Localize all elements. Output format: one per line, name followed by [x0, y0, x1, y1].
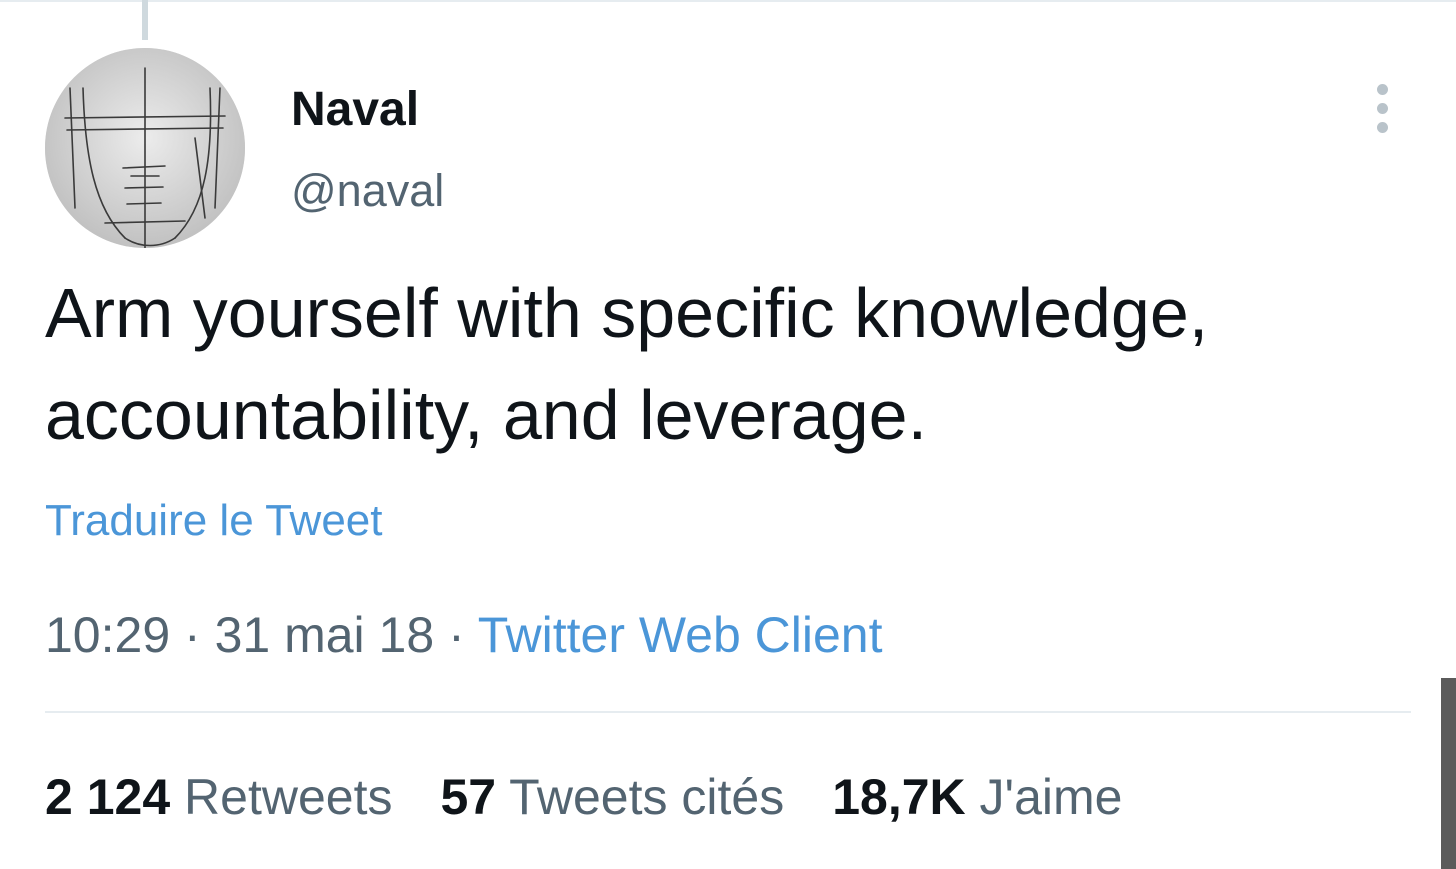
avatar[interactable] [45, 48, 245, 248]
tweet-stats: 2 124 Retweets 57 Tweets cités 18,7K J'a… [45, 768, 1122, 826]
likes-label: J'aime [979, 769, 1123, 825]
avatar-sketch-icon [45, 48, 245, 248]
more-options-button[interactable] [1362, 80, 1402, 136]
retweets-count: 2 124 [45, 769, 171, 825]
divider [45, 711, 1411, 713]
tweet-date[interactable]: 31 mai 18 [215, 607, 435, 663]
tweet-page: Naval @naval Arm yourself with specific … [0, 0, 1456, 869]
more-vertical-icon [1376, 83, 1388, 95]
scrollbar[interactable] [1441, 678, 1456, 869]
meta-separator: · [448, 607, 465, 663]
tweet-time[interactable]: 10:29 [45, 607, 170, 663]
top-border [0, 0, 1456, 2]
quote-tweets-label: Tweets cités [509, 769, 785, 825]
more-vertical-icon [1376, 121, 1388, 133]
more-vertical-icon [1376, 102, 1388, 114]
quote-tweets-stat[interactable]: 57 Tweets cités [440, 768, 784, 826]
translate-tweet-link[interactable]: Traduire le Tweet [45, 496, 383, 546]
likes-stat[interactable]: 18,7K J'aime [832, 768, 1122, 826]
tweet-text: Arm yourself with specific knowledge, ac… [45, 274, 1209, 454]
tweet-source-link[interactable]: Twitter Web Client [478, 607, 883, 663]
retweets-label: Retweets [184, 769, 393, 825]
meta-separator: · [184, 607, 201, 663]
tweet-meta: 10:29 · 31 mai 18 · Twitter Web Client [45, 606, 883, 664]
quote-tweets-count: 57 [440, 769, 497, 825]
likes-count: 18,7K [832, 769, 966, 825]
author-display-name[interactable]: Naval [291, 84, 419, 136]
retweets-stat[interactable]: 2 124 Retweets [45, 768, 392, 826]
author-handle[interactable]: @naval [291, 166, 444, 216]
thread-connector-line [142, 0, 148, 40]
